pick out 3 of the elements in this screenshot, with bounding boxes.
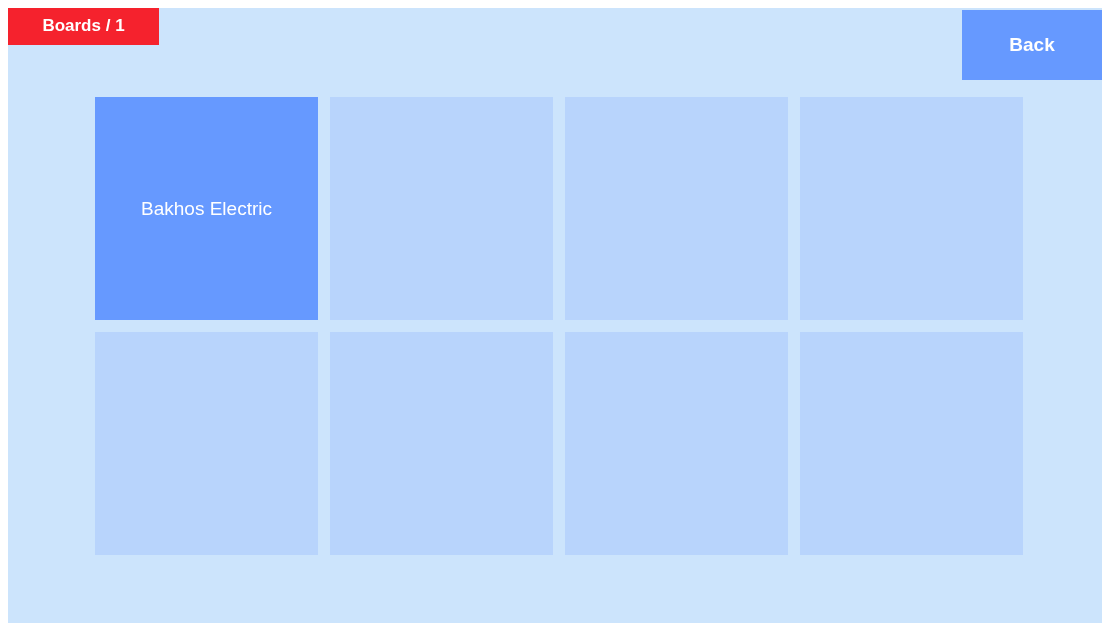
board-tile[interactable]: Bakhos Electric (95, 97, 318, 320)
back-button[interactable]: Back (962, 10, 1102, 80)
breadcrumb-label: Boards / 1 (8, 8, 159, 45)
